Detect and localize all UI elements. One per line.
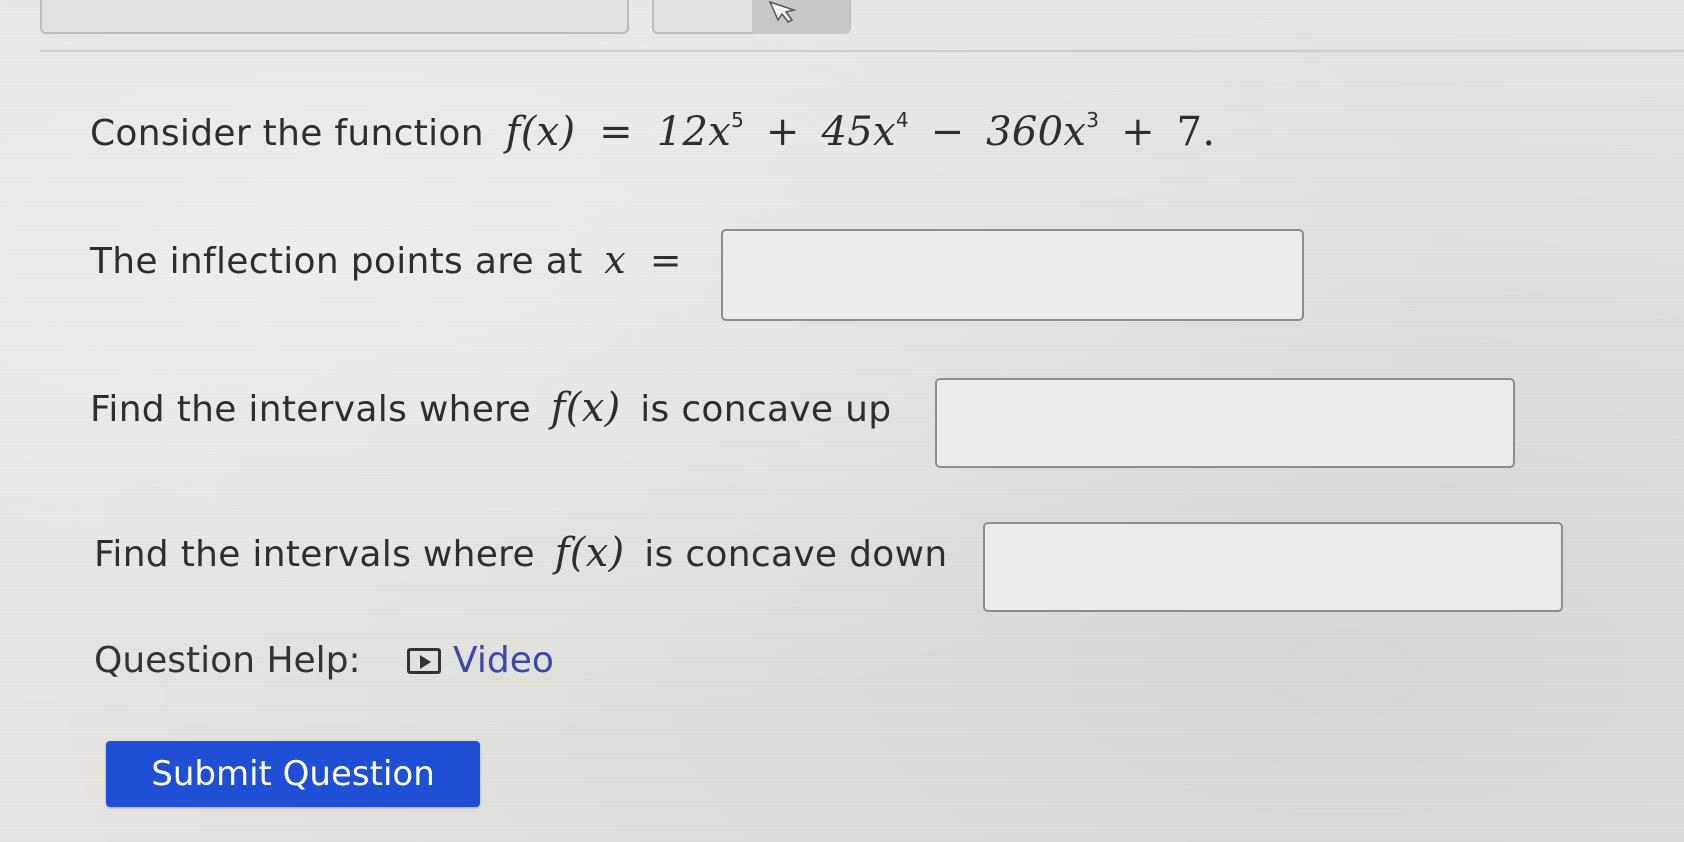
exponent-3: 3 <box>1086 108 1100 132</box>
plus-sign-2: + <box>1121 109 1155 155</box>
concave-down-input[interactable] <box>983 522 1563 612</box>
submit-question-button[interactable]: Submit Question <box>106 741 480 807</box>
cursor-icon <box>768 0 797 23</box>
divider <box>40 50 1684 52</box>
equals-sign: = <box>599 109 633 155</box>
question-help-label: Question Help: <box>94 640 361 681</box>
concave-up-suffix: is concave up <box>640 389 892 430</box>
plus-sign-1: + <box>765 109 800 155</box>
concave-down-suffix: is concave down <box>644 534 948 575</box>
term-3: 360x <box>986 109 1087 155</box>
function-statement: Consider the function f(x) = 12x5 + 45x4… <box>90 108 1215 155</box>
term-4: 7. <box>1176 109 1216 155</box>
function-lhs: f(x) <box>505 109 576 155</box>
concave-down-fx: f(x) <box>554 530 625 576</box>
concave-up-input[interactable] <box>935 378 1515 468</box>
concave-down-prompt: Find the intervals where f(x) is concave… <box>94 530 947 576</box>
top-panel-left <box>40 0 629 34</box>
concave-up-prompt: Find the intervals where f(x) is concave… <box>90 385 891 431</box>
minus-sign: − <box>930 109 965 155</box>
term-2: 45x <box>821 109 896 155</box>
exponent-1: 5 <box>731 108 745 132</box>
play-video-icon <box>407 647 441 674</box>
concave-down-prefix: Find the intervals where <box>94 534 535 575</box>
term-1: 12x <box>656 109 732 155</box>
inflection-answer-input[interactable] <box>721 229 1304 321</box>
inflection-equals: = <box>649 238 682 282</box>
exponent-2: 4 <box>895 108 909 132</box>
inflection-var: x <box>604 238 626 282</box>
concave-up-prefix: Find the intervals where <box>90 389 531 430</box>
video-help-link[interactable]: Video <box>407 640 554 681</box>
inflection-label: The inflection points are at <box>90 241 583 282</box>
inflection-prompt: The inflection points are at x = <box>90 238 682 282</box>
intro-text: Consider the function <box>90 113 484 154</box>
video-link-label[interactable]: Video <box>453 640 554 681</box>
concave-up-fx: f(x) <box>550 385 621 431</box>
